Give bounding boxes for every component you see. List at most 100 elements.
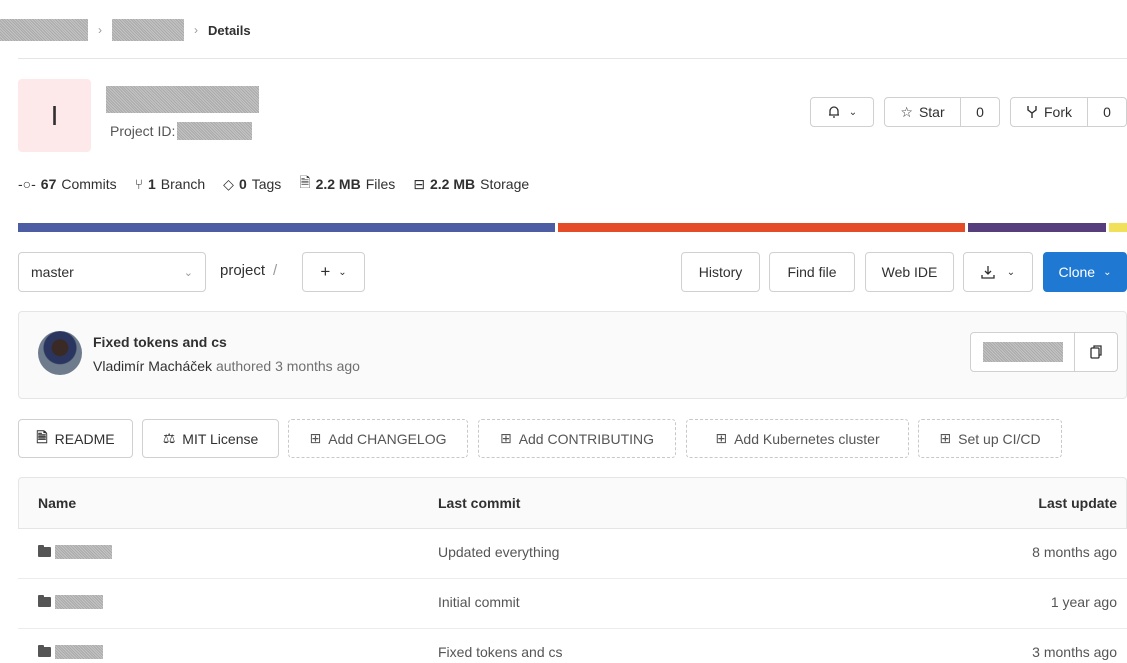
plus-icon: + — [320, 262, 331, 281]
storage-stat[interactable]: ⊟ 2.2 MB Storage — [413, 176, 529, 193]
commit-sha-link[interactable] — [971, 333, 1075, 371]
commit-icon: -○- — [18, 176, 36, 192]
star-label: Star — [918, 104, 945, 120]
history-button[interactable]: History — [681, 252, 760, 292]
last-update-cell: 3 months ago — [1032, 644, 1117, 660]
find-file-button[interactable]: Find file — [769, 252, 855, 292]
commit-meta: Vladimír Macháček authored 3 months ago — [93, 358, 360, 374]
breadcrumb-project-redacted[interactable] — [112, 19, 184, 41]
storage-icon: ⊟ — [413, 175, 425, 192]
path-separator: / — [273, 262, 278, 279]
add-changelog-label: Add CHANGELOG — [328, 430, 447, 447]
star-button[interactable]: ☆ Star — [885, 98, 961, 126]
setup-cicd-button[interactable]: ⊞ Set up CI/CD — [918, 419, 1062, 458]
last-commit-cell[interactable]: Initial commit — [438, 594, 520, 610]
add-file-dropdown[interactable]: + ⌄ — [302, 252, 365, 292]
chevron-down-icon: ⌄ — [1103, 266, 1112, 278]
language-segment[interactable] — [557, 223, 965, 232]
project-id-label: Project ID: — [110, 123, 176, 139]
download-dropdown[interactable]: ⌄ — [963, 252, 1033, 292]
branch-dropdown[interactable]: master ⌄ — [18, 252, 206, 292]
divider — [18, 58, 1127, 59]
commit-author[interactable]: Vladimír Macháček — [93, 358, 212, 374]
branch-icon: ⑂ — [134, 176, 143, 192]
plus-square-icon: ⊞ — [939, 430, 952, 446]
plus-square-icon: ⊞ — [309, 430, 322, 446]
add-kubernetes-cluster-button[interactable]: ⊞ Add Kubernetes cluster — [686, 419, 909, 458]
author-avatar[interactable] — [38, 331, 82, 375]
last-update-cell: 1 year ago — [1050, 594, 1117, 610]
license-label: MIT License — [182, 430, 259, 447]
breadcrumb: › › Details — [0, 18, 251, 42]
star-count[interactable]: 0 — [961, 98, 999, 126]
fork-icon — [1027, 106, 1037, 118]
plus-square-icon: ⊞ — [715, 430, 728, 446]
add-changelog-button[interactable]: ⊞ Add CHANGELOG — [288, 419, 468, 458]
storage-size: 2.2 MB — [430, 176, 476, 192]
commits-label: Commits — [61, 176, 117, 192]
license-button[interactable]: ⚖ MIT License — [142, 419, 279, 458]
last-commit-cell[interactable]: Updated everything — [438, 544, 559, 560]
chevron-down-icon: ⌄ — [1006, 266, 1016, 278]
folder-icon — [38, 545, 51, 557]
fork-button[interactable]: Fork — [1011, 98, 1088, 126]
language-segment[interactable] — [967, 223, 1107, 232]
file-text-icon: 🗎 — [36, 428, 48, 445]
branches-stat[interactable]: ⑂ 1 Branch — [135, 176, 206, 192]
tag-icon: ◇ — [223, 175, 234, 192]
breadcrumb-group-redacted[interactable] — [0, 19, 88, 41]
file-name-cell[interactable] — [38, 545, 112, 559]
tags-stat[interactable]: ◇ 0 Tags — [223, 176, 281, 193]
folder-name-redacted — [55, 645, 103, 659]
chevron-down-icon: ⌄ — [338, 266, 347, 278]
last-update-cell: 8 months ago — [1032, 544, 1117, 560]
language-segment[interactable] — [18, 223, 555, 232]
copy-icon — [1090, 345, 1102, 359]
path-root-link[interactable]: project — [220, 262, 265, 279]
readme-label: README — [54, 430, 115, 447]
clone-label: Clone — [1058, 264, 1096, 280]
commit-authored-time: authored 3 months ago — [215, 358, 360, 374]
column-header-last-update: Last update — [1038, 495, 1117, 511]
readme-button[interactable]: 🗎 README — [18, 419, 133, 458]
files-size: 2.2 MB — [315, 176, 361, 192]
branch-name: master — [31, 264, 74, 280]
files-stat[interactable]: 🗎 2.2 MB Files — [299, 172, 395, 196]
tags-label: Tags — [251, 176, 282, 192]
branches-count: 1 — [148, 176, 156, 192]
repo-path: project / — [220, 262, 277, 279]
add-contributing-label: Add CONTRIBUTING — [518, 430, 655, 447]
bell-icon — [828, 106, 839, 118]
commit-title[interactable]: Fixed tokens and cs — [93, 334, 227, 350]
scale-icon: ⚖ — [162, 430, 176, 446]
chevron-right-icon: › — [194, 23, 198, 37]
file-name-cell[interactable] — [38, 645, 103, 659]
language-segment[interactable] — [1109, 223, 1127, 232]
project-stats: -○- 67 Commits ⑂ 1 Branch ◇ 0 Tags 🗎 2.2… — [18, 172, 529, 196]
project-id: Project ID: — [110, 122, 253, 140]
web-ide-button[interactable]: Web IDE — [865, 252, 954, 292]
setup-cicd-label: Set up CI/CD — [958, 430, 1041, 447]
table-row[interactable] — [18, 579, 1127, 629]
files-label: Files — [365, 176, 396, 192]
add-kubernetes-label: Add Kubernetes cluster — [734, 430, 880, 447]
folder-icon — [38, 645, 51, 657]
column-header-last-commit: Last commit — [438, 495, 521, 511]
fork-button-group: Fork 0 — [1010, 97, 1127, 127]
chevron-right-icon: › — [98, 23, 102, 37]
copy-sha-button[interactable] — [1075, 333, 1117, 371]
commits-stat[interactable]: -○- 67 Commits — [18, 176, 117, 192]
table-row[interactable] — [18, 629, 1127, 663]
repository-languages-bar — [18, 223, 1127, 232]
commit-sha-group — [970, 332, 1118, 372]
add-contributing-button[interactable]: ⊞ Add CONTRIBUTING — [478, 419, 676, 458]
last-commit-cell[interactable]: Fixed tokens and cs — [438, 644, 563, 660]
clone-dropdown[interactable]: Clone ⌄ — [1043, 252, 1127, 292]
fork-count[interactable]: 0 — [1088, 98, 1126, 126]
file-name-cell[interactable] — [38, 595, 103, 609]
table-row[interactable] — [18, 529, 1127, 579]
folder-icon — [38, 595, 51, 607]
notification-dropdown[interactable]: ⌄ — [810, 97, 874, 127]
project-title-redacted — [106, 86, 259, 113]
folder-name-redacted — [55, 595, 103, 609]
